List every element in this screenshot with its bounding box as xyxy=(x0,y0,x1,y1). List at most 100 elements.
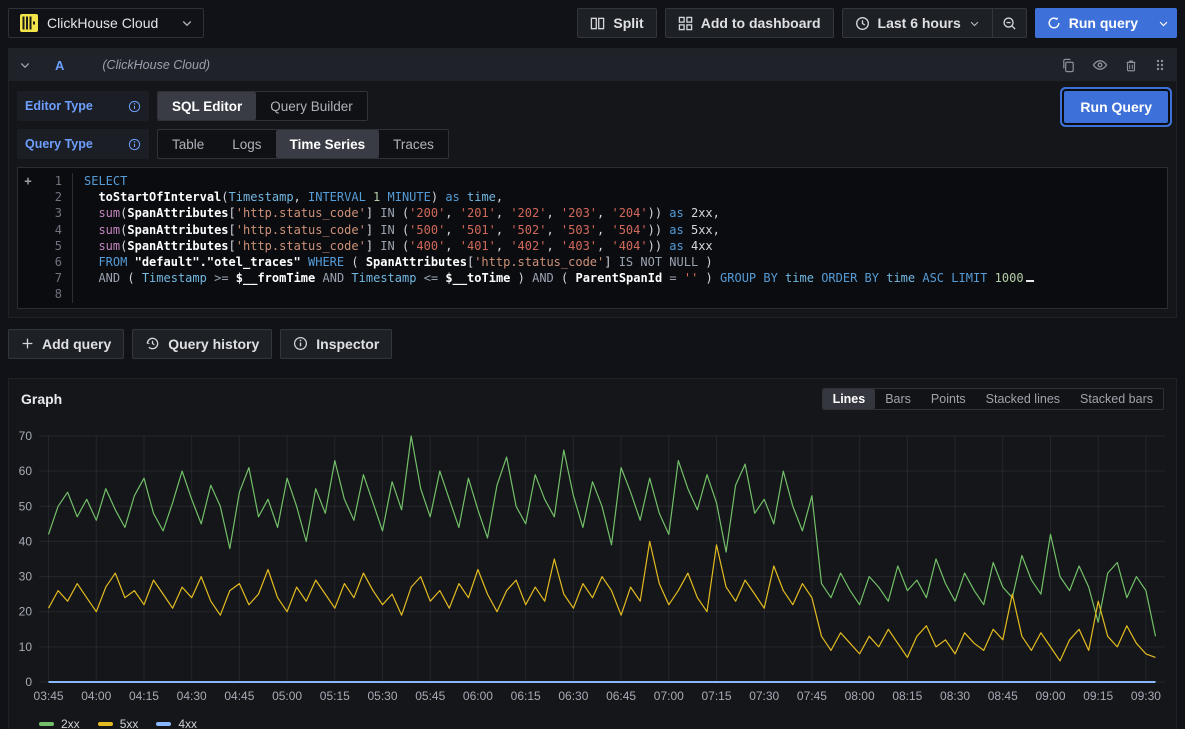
line-number: 4 xyxy=(38,222,62,238)
hide-response-eye-icon[interactable] xyxy=(1092,57,1108,73)
editor-type-option-sql-editor[interactable]: SQL Editor xyxy=(158,92,256,120)
line-number: 1 xyxy=(38,173,62,189)
split-button[interactable]: Split xyxy=(577,8,656,38)
code-line-content: sum(SpanAttributes['http.status_code'] I… xyxy=(72,238,1163,254)
x-axis-tick-label: 08:45 xyxy=(988,689,1018,703)
legend-label: 5xx xyxy=(120,717,139,729)
split-label: Split xyxy=(613,15,643,31)
x-axis-tick-label: 05:15 xyxy=(320,689,350,703)
time-range-label: Last 6 hours xyxy=(878,15,961,31)
x-axis-tick-label: 09:15 xyxy=(1083,689,1113,703)
graph-mode-bars[interactable]: Bars xyxy=(875,389,921,409)
gutter-spacer xyxy=(18,238,38,254)
query-type-radiogroup: TableLogsTime SeriesTraces xyxy=(157,129,449,159)
x-axis-tick-label: 04:45 xyxy=(224,689,254,703)
query-type-label: Query Type xyxy=(17,129,149,159)
run-query-label: Run query xyxy=(1069,15,1138,31)
code-line-2[interactable]: 2 toStartOfInterval(Timestamp, INTERVAL … xyxy=(18,189,1163,205)
code-line-6[interactable]: 6 FROM "default"."otel_traces" WHERE ( S… xyxy=(18,254,1163,270)
x-axis-tick-label: 08:30 xyxy=(940,689,970,703)
remove-query-trash-icon[interactable] xyxy=(1124,58,1138,73)
code-line-1[interactable]: +1 SELECT xyxy=(18,173,1163,189)
code-line-content xyxy=(72,286,1163,302)
gutter-plus-icon[interactable]: + xyxy=(18,173,38,189)
inspector-button[interactable]: Inspector xyxy=(280,329,392,359)
code-line-content: AND ( Timestamp >= $__fromTime AND Times… xyxy=(72,270,1163,286)
add-to-dashboard-button[interactable]: Add to dashboard xyxy=(665,8,834,38)
x-axis-tick-label: 04:15 xyxy=(129,689,159,703)
editor-type-option-query-builder[interactable]: Query Builder xyxy=(256,92,367,120)
graph-panel: Graph LinesBarsPointsStacked linesStacke… xyxy=(8,378,1177,729)
y-axis-tick-label: 20 xyxy=(19,604,33,618)
line-number: 8 xyxy=(38,286,62,302)
gutter-spacer xyxy=(18,254,38,270)
query-type-option-logs[interactable]: Logs xyxy=(218,130,275,158)
x-axis-tick-label: 08:00 xyxy=(845,689,875,703)
line-number: 5 xyxy=(38,238,62,254)
legend-swatch-5xx xyxy=(98,722,113,726)
split-icon xyxy=(590,16,605,31)
drag-handle-icon[interactable] xyxy=(1154,58,1166,72)
info-icon[interactable] xyxy=(128,100,141,113)
collapse-chevron-icon[interactable] xyxy=(19,59,31,71)
info-icon[interactable] xyxy=(128,138,141,151)
datasource-label: ClickHouse Cloud xyxy=(47,15,173,31)
duplicate-query-icon[interactable] xyxy=(1061,58,1076,73)
graph-mode-points[interactable]: Points xyxy=(921,389,976,409)
x-axis-tick-label: 08:15 xyxy=(892,689,922,703)
legend-item-2xx[interactable]: 2xx xyxy=(39,717,80,729)
time-range-picker[interactable]: Last 6 hours xyxy=(842,8,993,38)
legend-swatch-4xx xyxy=(156,722,171,726)
code-line-7[interactable]: 7 AND ( Timestamp >= $__fromTime AND Tim… xyxy=(18,270,1163,286)
chevron-down-icon xyxy=(969,18,980,29)
legend-item-5xx[interactable]: 5xx xyxy=(98,717,139,729)
query-type-option-time-series[interactable]: Time Series xyxy=(276,130,380,158)
x-axis-tick-label: 07:30 xyxy=(749,689,779,703)
code-line-content: SELECT xyxy=(72,173,1163,189)
editor-run-query-button[interactable]: Run Query xyxy=(1064,91,1168,123)
text-cursor xyxy=(1026,280,1034,282)
sql-code-editor[interactable]: +1 SELECT2 toStartOfInterval(Timestamp, I… xyxy=(17,167,1168,309)
y-axis-tick-label: 30 xyxy=(19,569,33,583)
graph-mode-stacked-lines[interactable]: Stacked lines xyxy=(976,389,1070,409)
x-axis-tick-label: 07:00 xyxy=(654,689,684,703)
datasource-picker[interactable]: ClickHouse Cloud xyxy=(8,8,204,38)
query-type-option-traces[interactable]: Traces xyxy=(379,130,448,158)
code-line-5[interactable]: 5 sum(SpanAttributes['http.status_code']… xyxy=(18,238,1163,254)
query-history-button[interactable]: Query history xyxy=(132,329,272,359)
code-line-4[interactable]: 4 sum(SpanAttributes['http.status_code']… xyxy=(18,222,1163,238)
graph-mode-stacked-bars[interactable]: Stacked bars xyxy=(1070,389,1163,409)
query-history-label: Query history xyxy=(168,336,259,352)
query-ref-id: A xyxy=(55,58,64,73)
run-query-dropdown-toggle[interactable] xyxy=(1150,8,1177,38)
x-axis-tick-label: 05:45 xyxy=(415,689,445,703)
x-axis-tick-label: 09:00 xyxy=(1035,689,1065,703)
editor-type-radiogroup: SQL EditorQuery Builder xyxy=(157,91,368,121)
editor-type-label-text: Editor Type xyxy=(25,99,93,113)
timeseries-chart[interactable]: 01020304050607003:4504:0004:1504:3004:45… xyxy=(9,412,1176,715)
graph-mode-lines[interactable]: Lines xyxy=(823,389,876,409)
clickhouse-logo-icon xyxy=(19,13,39,33)
code-line-8[interactable]: 8 xyxy=(18,286,1163,302)
toolbar-actions: Split Add to dashboard Last 6 hours xyxy=(577,8,1177,38)
y-axis-tick-label: 50 xyxy=(19,499,33,513)
gutter-spacer xyxy=(18,270,38,286)
plus-icon xyxy=(21,337,34,350)
series-5xx[interactable] xyxy=(49,541,1156,661)
gutter-spacer xyxy=(18,222,38,238)
graph-panel-title: Graph xyxy=(21,391,62,407)
query-row-body: Editor Type SQL EditorQuery Builder Quer… xyxy=(9,81,1176,317)
legend-item-4xx[interactable]: 4xx xyxy=(156,717,197,729)
add-query-button[interactable]: Add query xyxy=(8,329,124,359)
query-row-header[interactable]: A (ClickHouse Cloud) xyxy=(9,49,1176,81)
x-axis-tick-label: 04:30 xyxy=(177,689,207,703)
add-to-dashboard-label: Add to dashboard xyxy=(701,15,821,31)
zoom-out-time-button[interactable] xyxy=(993,8,1027,38)
chart-canvas[interactable]: 01020304050607003:4504:0004:1504:3004:45… xyxy=(13,414,1172,710)
code-line-content: toStartOfInterval(Timestamp, INTERVAL 1 … xyxy=(72,189,1163,205)
code-line-3[interactable]: 3 sum(SpanAttributes['http.status_code']… xyxy=(18,205,1163,221)
run-query-button[interactable]: Run query xyxy=(1035,8,1150,38)
x-axis-tick-label: 07:45 xyxy=(797,689,827,703)
query-type-option-table[interactable]: Table xyxy=(158,130,218,158)
x-axis-tick-label: 03:45 xyxy=(34,689,64,703)
